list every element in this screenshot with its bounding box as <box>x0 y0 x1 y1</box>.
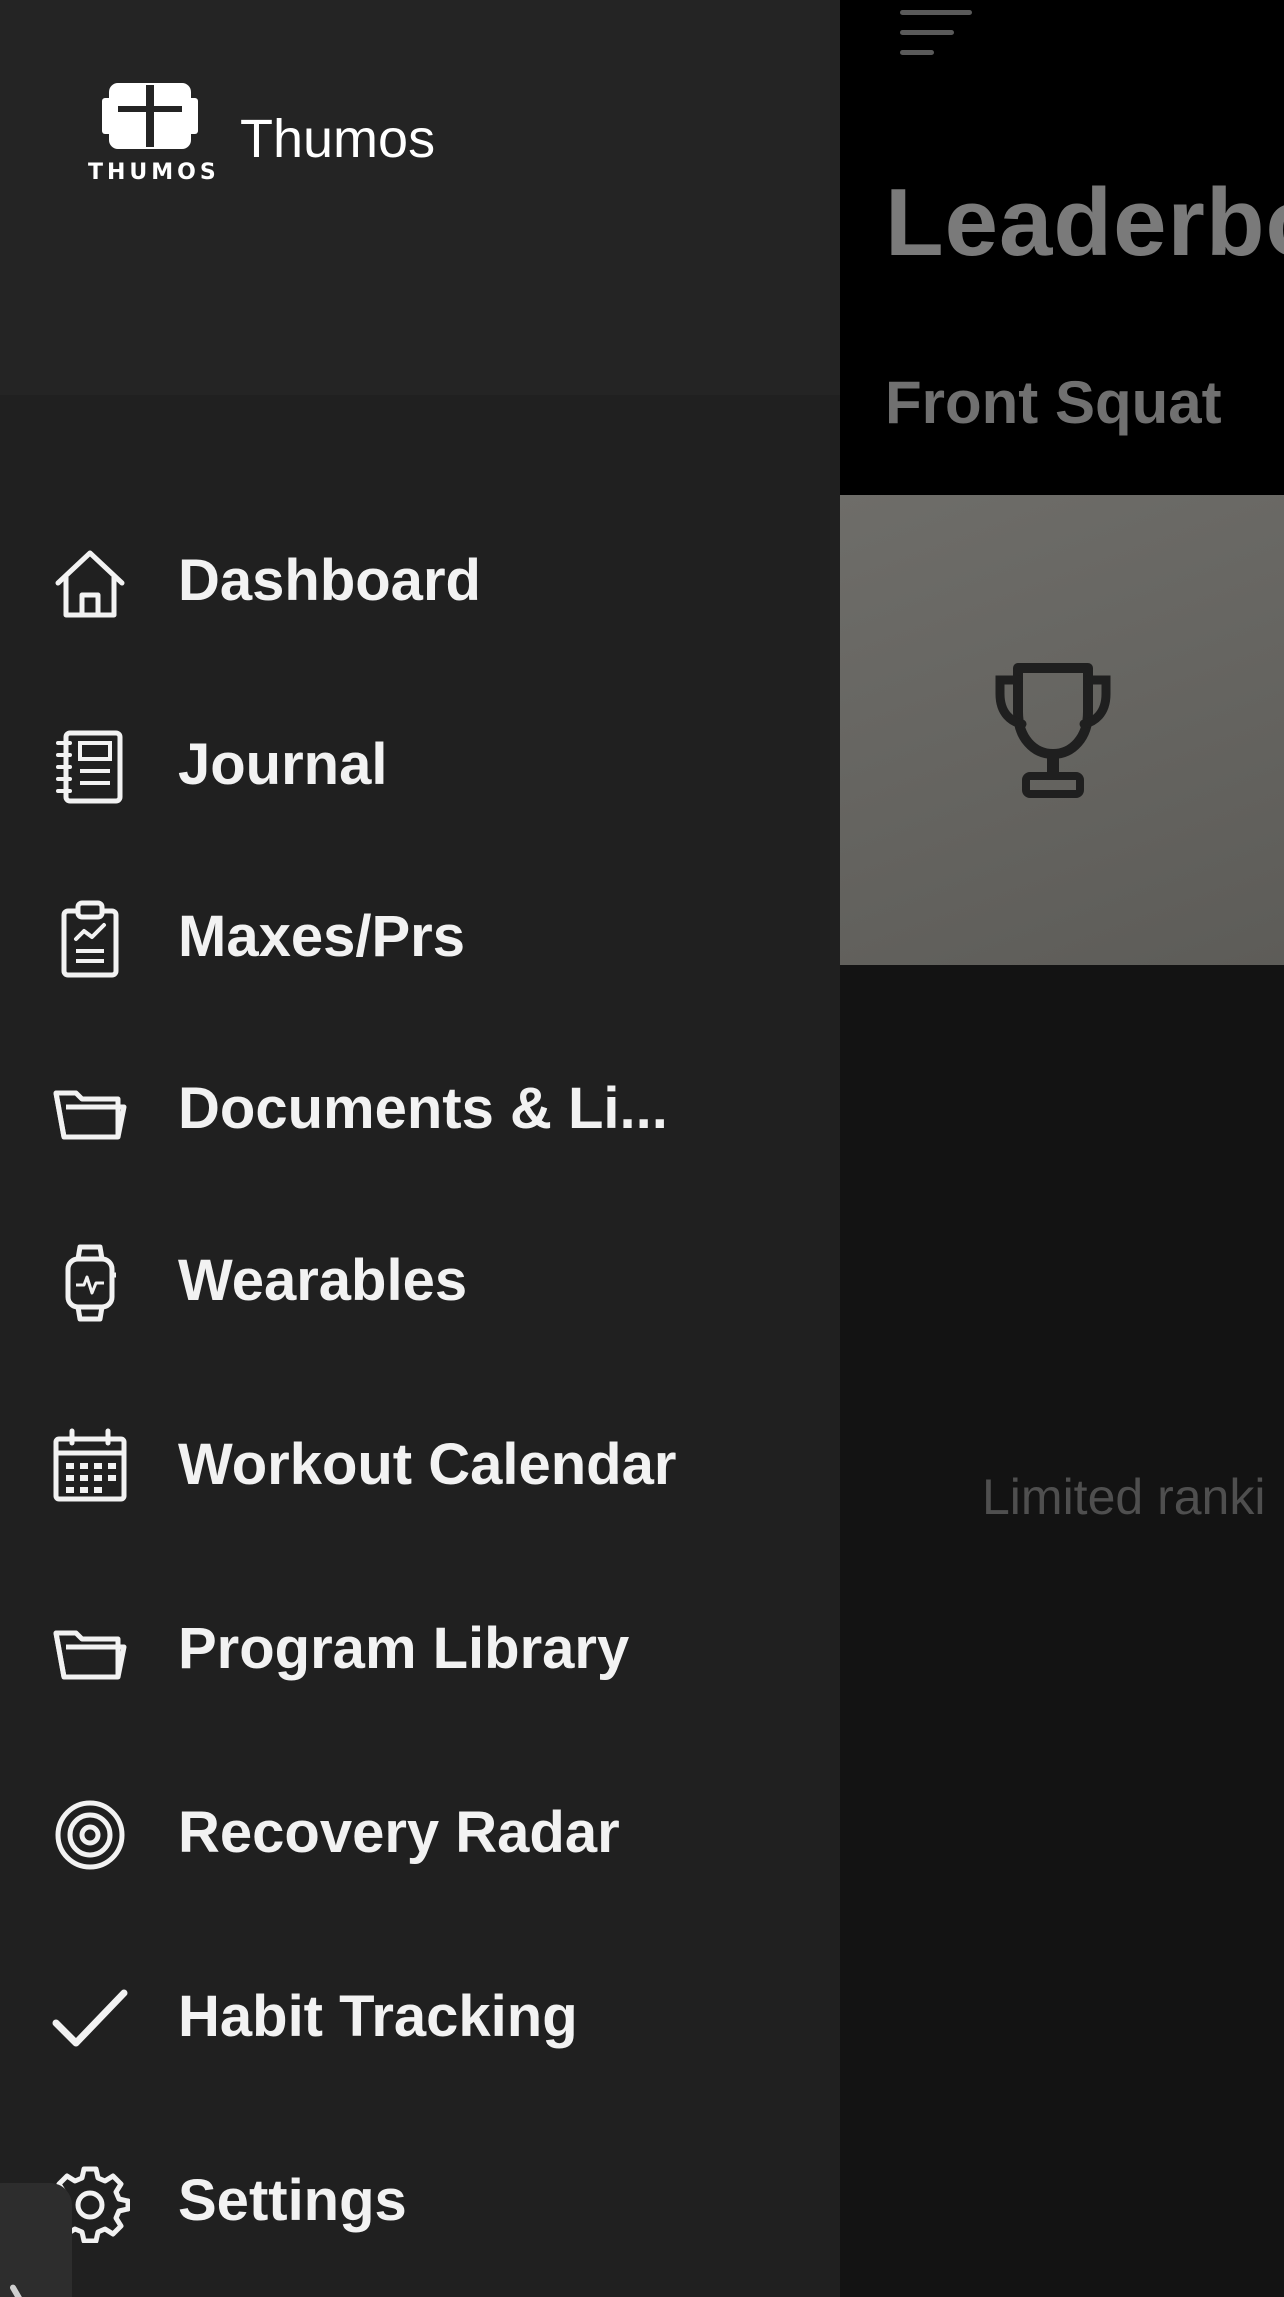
navigation-drawer: THUMOS Thumos Dashboard Journal Maxes/Pr… <box>0 0 840 2297</box>
target-icon <box>50 1795 130 1875</box>
floating-handle[interactable] <box>0 2183 72 2297</box>
nav-item-label: Settings <box>178 2168 407 2233</box>
nav-item-label: Habit Tracking <box>178 1984 578 2049</box>
nav-item-habit-tracking[interactable]: Habit Tracking <box>0 1941 840 2091</box>
nav-item-label: Program Library <box>178 1616 630 1681</box>
hamburger-menu-icon[interactable] <box>900 10 972 56</box>
empty-state-text: Limited ranki <box>982 1469 1266 1525</box>
nav-item-label: Recovery Radar <box>178 1800 620 1865</box>
nav-item-journal[interactable]: Journal <box>0 689 840 839</box>
nav-item-label: Workout Calendar <box>178 1432 677 1497</box>
folder-open-icon <box>50 1611 130 1691</box>
exercise-subtitle: Front Squat <box>885 369 1222 436</box>
clipboard-chart-icon <box>50 899 130 979</box>
nav-item-label: Documents & Li... <box>178 1076 668 1141</box>
nav-item-workout-calendar[interactable]: Workout Calendar <box>0 1389 840 1539</box>
checkmark-icon <box>50 1979 130 2059</box>
notebook-icon <box>50 727 130 807</box>
home-icon <box>50 543 130 623</box>
nav-item-label: Dashboard <box>178 548 481 613</box>
folder-open-icon <box>50 1071 130 1151</box>
page-title: Leaderbo <box>885 169 1284 276</box>
nav-item-recovery-radar[interactable]: Recovery Radar <box>0 1757 840 1907</box>
nav-item-maxes-prs[interactable]: Maxes/Prs <box>0 861 840 1011</box>
drawer-header: THUMOS Thumos <box>0 0 840 395</box>
trophy-icon <box>990 660 1116 800</box>
nav-item-label: Wearables <box>178 1248 468 1313</box>
nav-item-documents[interactable]: Documents & Li... <box>0 1033 840 1183</box>
nav-item-settings[interactable]: Settings <box>0 2125 840 2275</box>
calendar-icon <box>50 1427 130 1507</box>
logo-wordmark: THUMOS <box>88 160 220 185</box>
nav-item-label: Maxes/Prs <box>178 904 465 969</box>
app-name: Thumos <box>240 109 436 169</box>
smartwatch-icon <box>50 1243 130 1323</box>
nav-item-label: Journal <box>178 732 388 797</box>
nav-item-program-library[interactable]: Program Library <box>0 1573 840 1723</box>
nav-item-dashboard[interactable]: Dashboard <box>0 505 840 655</box>
nav-item-wearables[interactable]: Wearables <box>0 1205 840 1355</box>
screen: Leaderbo Front Squat Limited ranki THUMO… <box>0 0 1284 2297</box>
